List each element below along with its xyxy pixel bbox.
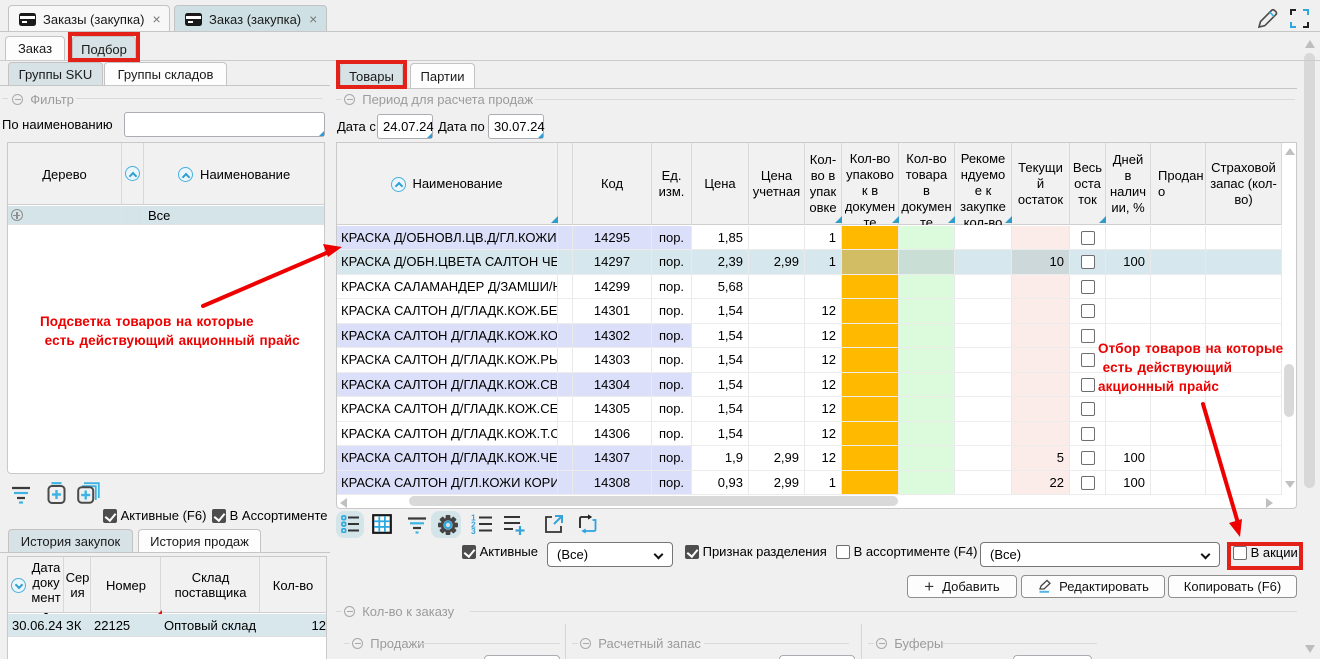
svg-text:3: 3 [471,526,476,534]
